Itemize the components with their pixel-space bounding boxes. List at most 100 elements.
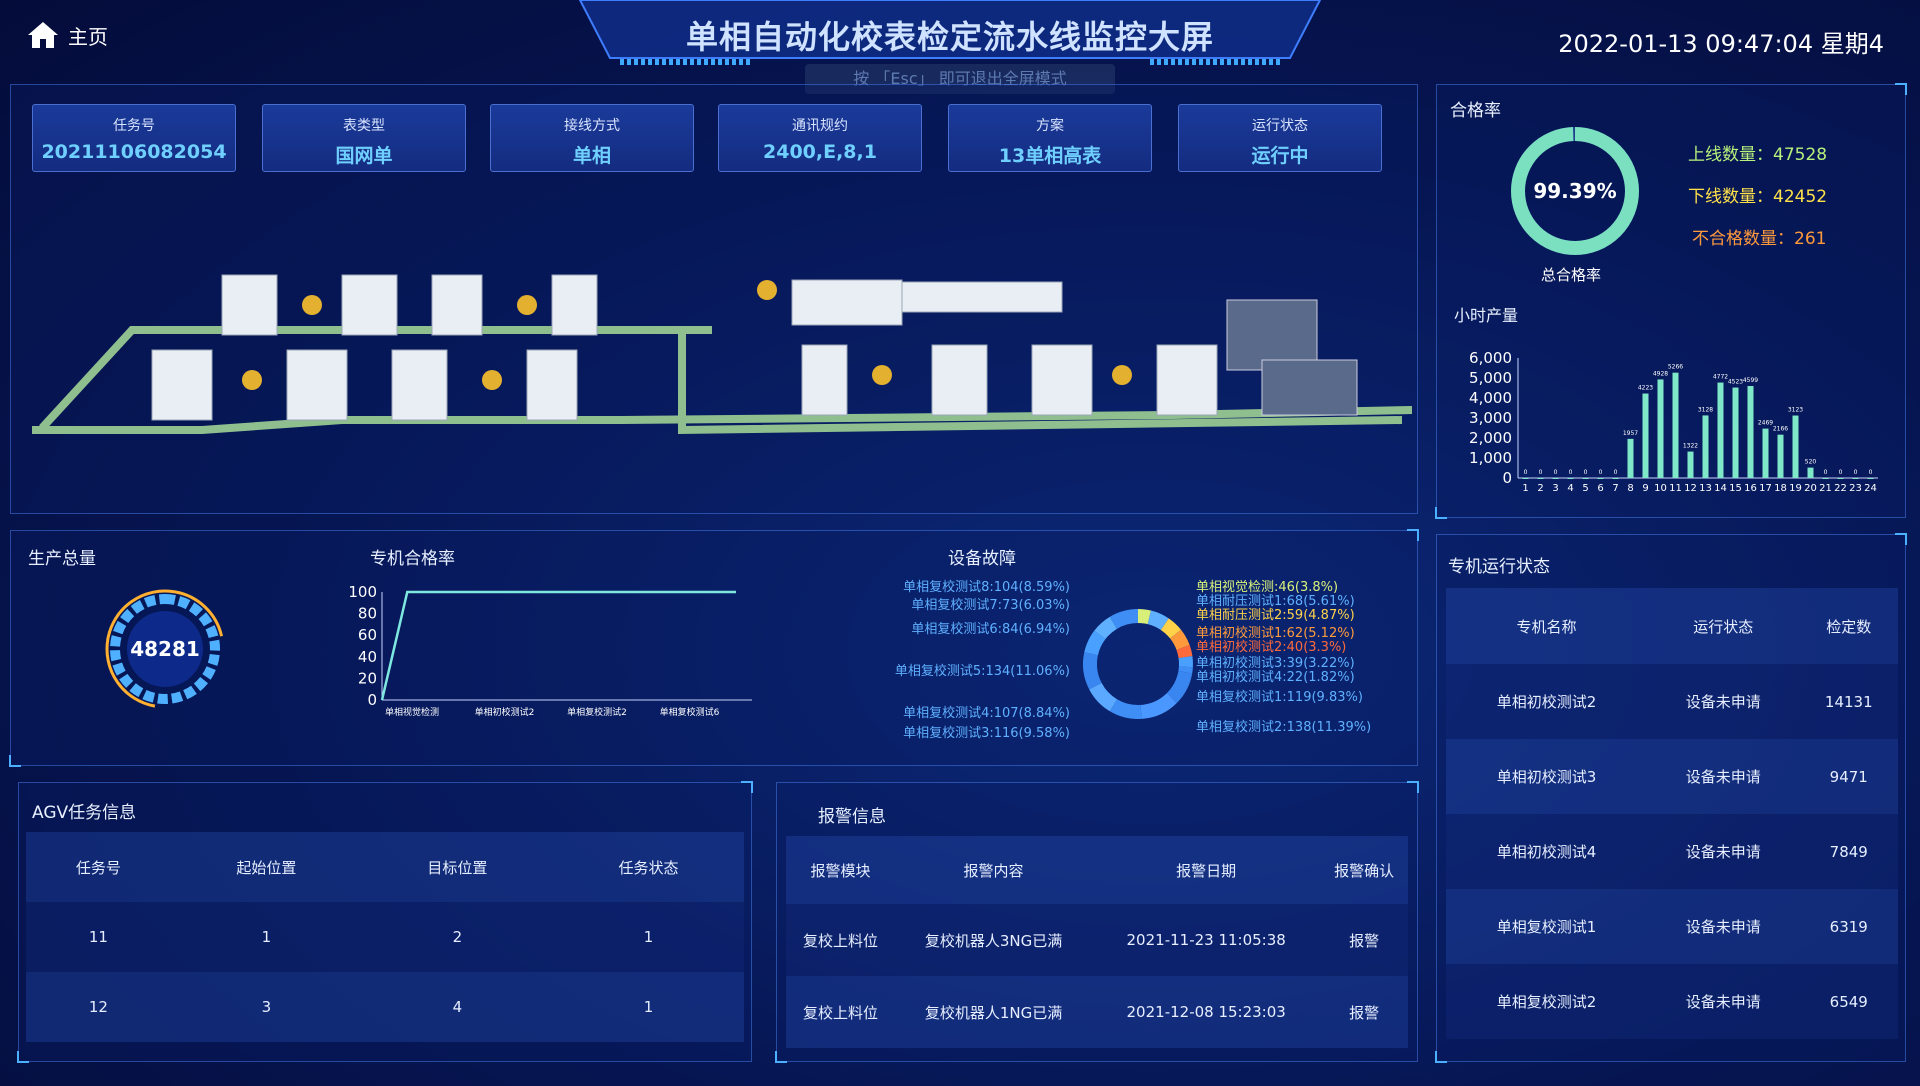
bar-data-label: 3128: [1698, 406, 1713, 413]
fault-slice: [1140, 692, 1177, 719]
pass-rate-title: 合格率: [1450, 101, 1501, 121]
bar: [1627, 438, 1634, 478]
bar: [1537, 478, 1544, 479]
fail-value: 261: [1794, 229, 1827, 249]
production-title: 生产总量: [28, 549, 96, 569]
fault-slice: [1137, 609, 1152, 625]
col-header: 报警内容: [963, 861, 1024, 880]
bar: [1762, 428, 1769, 478]
y-tick-label: 6,000: [1469, 349, 1512, 367]
table-row[interactable]: 单相复校测试2 设备未申请 6549: [1446, 964, 1898, 1039]
fault-slice: [1109, 609, 1139, 629]
bar: [1582, 478, 1589, 479]
table-row[interactable]: 复校上料位 复校机器人1NG已满 2021-12-08 15:23:03 报警: [786, 976, 1408, 1048]
fault-slice: [1084, 630, 1106, 656]
bar: [1612, 478, 1619, 479]
cell: 单相复校测试2: [1496, 993, 1597, 1011]
x-tick-label: 22: [1834, 483, 1847, 494]
info-card-value: 2400,E,8,1: [763, 141, 877, 163]
table-row[interactable]: 11 1 2 1: [26, 902, 744, 972]
online-count: 上线数量：47528: [1688, 140, 1827, 165]
cell: 设备未申请: [1685, 693, 1761, 711]
fault-slice: [1166, 670, 1193, 704]
cell: 1: [643, 998, 654, 1016]
fault-label: 单相复校测试5:134(11.06%): [894, 664, 1070, 679]
pass-rate-line: [380, 590, 736, 701]
fault-slice: [1089, 682, 1118, 712]
col-header: 报警日期: [1176, 861, 1237, 880]
table-row[interactable]: 单相初校测试4 设备未申请 7849: [1446, 814, 1898, 889]
machine-status-title: 专机运行状态: [1448, 557, 1550, 577]
table-row[interactable]: 单相初校测试3 设备未申请 9471: [1446, 739, 1898, 814]
cell: 设备未申请: [1685, 768, 1761, 786]
bar-data-label: 0: [1569, 469, 1573, 476]
x-tick-label: 1: [1522, 483, 1528, 494]
col-header: 专机名称: [1516, 617, 1577, 636]
cell: 复校机器人1NG已满: [924, 1003, 1063, 1022]
col-header: 报警确认: [1334, 861, 1395, 880]
fail-label: 不合格数量：: [1692, 229, 1794, 249]
table-row[interactable]: 12 3 4 1: [26, 972, 744, 1042]
x-tick-label: 单相视觉检测: [385, 706, 439, 718]
pass-rate-value: 99.39%: [1533, 179, 1616, 203]
x-tick-label: 11: [1669, 483, 1682, 494]
bar-data-label: 0: [1824, 469, 1828, 476]
alarm-title: 报警信息: [818, 807, 886, 827]
bar-data-label: 0: [1539, 469, 1543, 476]
alarm-confirm[interactable]: 报警: [1320, 976, 1408, 1048]
fault-label: 单相复校测试7:73(6.03%): [911, 598, 1070, 613]
info-card-value: 国网单: [335, 145, 393, 167]
cell: 2: [452, 928, 463, 946]
x-tick-label: 15: [1729, 483, 1742, 494]
cell: 设备未申请: [1685, 993, 1761, 1011]
offline-value: 42452: [1773, 187, 1828, 207]
pass-rate-caption: 总合格率: [1541, 266, 1602, 284]
y-tick-label: 0: [1502, 469, 1512, 487]
alarm-table: 报警模块 报警内容 报警日期 报警确认 复校上料位 复校机器人3NG已满 202…: [786, 836, 1408, 1048]
x-tick-label: 23: [1849, 483, 1862, 494]
fault-slice: [1169, 629, 1190, 651]
cell: 复校上料位: [802, 1003, 878, 1022]
cell: 1: [261, 928, 272, 946]
table-row[interactable]: 单相初校测试2 设备未申请 14131: [1446, 664, 1898, 739]
cell: 1: [643, 928, 654, 946]
bar: [1597, 478, 1604, 479]
x-tick-label: 16: [1744, 483, 1757, 494]
table-row[interactable]: 单相复校测试1 设备未申请 6319: [1446, 889, 1898, 964]
bar: [1837, 478, 1844, 479]
datetime: 2022-01-13 09:47:04 星期4: [1558, 30, 1884, 58]
bar: [1702, 415, 1709, 478]
home-label: 主页: [68, 24, 108, 49]
col-header: 检定数: [1826, 617, 1872, 636]
bar-data-label: 4599: [1743, 377, 1758, 384]
info-card-value: 13单相高表: [998, 145, 1102, 167]
cell: 设备未申请: [1685, 918, 1761, 936]
bar: [1792, 415, 1799, 478]
fault-label: 单相复校测试1:119(9.83%): [1196, 690, 1363, 705]
x-tick-label: 21: [1819, 483, 1832, 494]
fault-slice: [1176, 645, 1193, 659]
alarm-header: 报警模块 报警内容 报警日期 报警确认: [786, 836, 1408, 904]
table-row[interactable]: 复校上料位 复校机器人3NG已满 2021-11-23 11:05:38 报警: [786, 904, 1408, 976]
bar-data-label: 4223: [1638, 385, 1653, 392]
info-card: 运行状态 运行中: [1178, 104, 1382, 172]
hourly-output-title: 小时产量: [1454, 306, 1519, 325]
x-tick-label: 13: [1699, 483, 1712, 494]
info-card-label: 通讯规约: [792, 118, 848, 134]
info-card-label: 运行状态: [1252, 118, 1308, 134]
fault-label: 单相复校测试6:84(6.94%): [911, 622, 1070, 637]
cell: 3: [261, 998, 272, 1016]
info-card: 任务号 20211106082054: [32, 104, 236, 172]
bar: [1852, 478, 1859, 479]
bar: [1807, 467, 1814, 478]
info-card-label: 方案: [1036, 118, 1064, 134]
production-line-illustration: [32, 274, 1412, 435]
alarm-confirm[interactable]: 报警: [1320, 904, 1408, 976]
fault-slice: [1109, 699, 1142, 719]
cell: 11: [88, 928, 108, 946]
home-button[interactable]: 主页: [26, 20, 108, 50]
bar-data-label: 0: [1839, 469, 1843, 476]
bar-data-label: 1957: [1623, 430, 1638, 437]
bar: [1657, 379, 1664, 478]
fault-label: 单相复校测试3:116(9.58%): [903, 726, 1070, 741]
